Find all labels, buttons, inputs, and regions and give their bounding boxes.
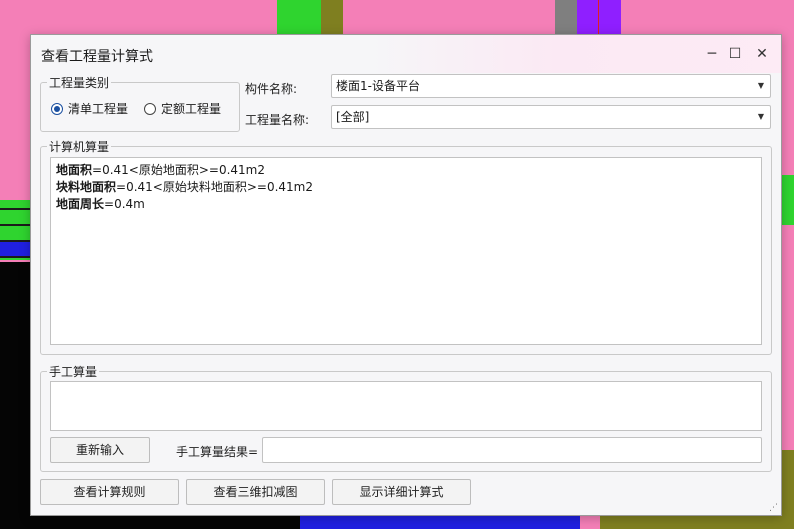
formula-line: 地面积=0.41<原始地面积>=0.41m2 <box>56 163 265 177</box>
view-3d-deduction-button[interactable]: 查看三维扣减图 <box>186 479 325 505</box>
manual-result-input[interactable] <box>262 437 762 463</box>
manual-result-label: 手工算量结果= <box>176 445 259 459</box>
quantity-formula-dialog: 查看工程量计算式 ─ ☐ ✕ 工程量类别 清单工程量 定额工程量 构件名称: 楼… <box>30 34 782 516</box>
background-bottom-olive <box>600 514 780 529</box>
computer-calc-legend: 计算机算量 <box>47 138 112 155</box>
chevron-down-icon: ▼ <box>757 112 764 121</box>
background-gray-block <box>555 0 577 34</box>
component-name-label: 构件名称: <box>245 82 298 96</box>
radio-unselected-icon <box>144 102 156 115</box>
background-right-olive <box>780 450 794 529</box>
radio-quota-quantity-label: 定额工程量 <box>161 102 222 116</box>
quantity-type-group: 工程量类别 清单工程量 定额工程量 <box>40 74 240 132</box>
quantity-name-select[interactable]: [全部] ▼ <box>331 105 771 129</box>
radio-quota-quantity[interactable]: 定额工程量 <box>144 100 221 117</box>
maximize-icon[interactable]: ☐ <box>724 43 746 65</box>
quantity-name-label: 工程量名称: <box>245 113 310 127</box>
minimize-icon[interactable]: ─ <box>701 43 723 65</box>
title-bar[interactable]: 查看工程量计算式 ─ ☐ ✕ <box>31 35 781 73</box>
manual-calc-group: 手工算量 重新输入 手工算量结果= <box>40 363 772 472</box>
formula-line: 块料地面积=0.41<原始块料地面积>=0.41m2 <box>56 180 313 194</box>
resize-grip-icon[interactable]: ⋰ <box>769 503 778 513</box>
background-bottom-blue <box>300 514 580 529</box>
component-name-value: 楼面1-设备平台 <box>336 79 420 93</box>
background-bottom-black <box>0 514 300 529</box>
dialog-title: 查看工程量计算式 <box>41 49 153 65</box>
computer-calc-textarea[interactable]: 地面积=0.41<原始地面积>=0.41m2 块料地面积=0.41<原始块料地面… <box>50 157 762 345</box>
manual-calc-textarea[interactable] <box>50 381 762 431</box>
background-red-line <box>598 0 599 34</box>
show-detail-formula-button[interactable]: 显示详细计算式 <box>332 479 471 505</box>
radio-bill-quantity[interactable]: 清单工程量 <box>51 100 128 117</box>
view-rules-button[interactable]: 查看计算规则 <box>40 479 179 505</box>
quantity-name-value: [全部] <box>336 110 370 124</box>
radio-selected-icon <box>51 102 63 115</box>
formula-line: 地面周长=0.4m <box>56 197 145 211</box>
background-green-block <box>277 0 321 34</box>
background-violet-block <box>577 0 621 34</box>
manual-calc-legend: 手工算量 <box>47 363 100 380</box>
component-name-select[interactable]: 楼面1-设备平台 ▼ <box>331 74 771 98</box>
background-left-black <box>0 262 30 529</box>
background-left-blue <box>0 242 30 256</box>
radio-bill-quantity-label: 清单工程量 <box>68 102 129 116</box>
close-icon[interactable]: ✕ <box>751 43 773 65</box>
background-olive-block <box>321 0 343 34</box>
reenter-button[interactable]: 重新输入 <box>50 437 150 463</box>
quantity-type-legend: 工程量类别 <box>47 74 112 91</box>
background-right-green <box>780 175 794 225</box>
chevron-down-icon: ▼ <box>757 81 764 90</box>
computer-calc-group: 计算机算量 地面积=0.41<原始地面积>=0.41m2 块料地面积=0.41<… <box>40 138 772 355</box>
